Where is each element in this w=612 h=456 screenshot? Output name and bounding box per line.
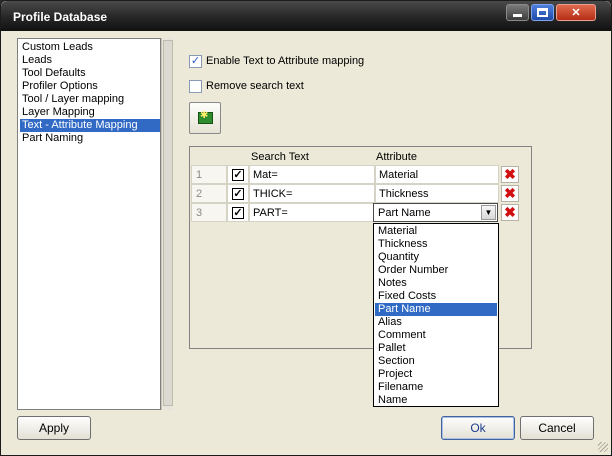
apply-button[interactable]: Apply [17,416,91,440]
dropdown-option[interactable]: Project [375,368,497,381]
header-attribute: Attribute [376,151,417,163]
checkbox-check-icon [232,188,244,200]
ok-button[interactable]: Ok [441,416,515,440]
row-enabled-checkbox[interactable] [227,184,249,203]
red-x-icon: ✖ [504,204,516,220]
delete-row-button[interactable]: ✖ [501,185,519,202]
close-icon: ✕ [571,7,581,19]
dropdown-option-selected[interactable]: Part Name [375,303,497,316]
search-text-cell[interactable]: PART= [249,203,375,222]
checkbox-check-icon [232,207,244,219]
header-search-text: Search Text [251,151,309,163]
list-item-layer-mapping[interactable]: Layer Mapping [20,106,160,119]
list-item-tool-defaults[interactable]: Tool Defaults [20,67,160,80]
row-enabled-checkbox[interactable] [227,165,249,184]
maximize-icon [537,8,548,17]
row-number: 1 [191,165,227,184]
list-item-leads[interactable]: Leads [20,54,160,67]
table-row: 1 Mat= Material ✖ [191,165,531,184]
red-x-icon: ✖ [504,166,516,182]
dropdown-option[interactable]: Order Number [375,264,497,277]
add-row-icon [198,110,213,124]
dropdown-option[interactable]: Fixed Costs [375,290,497,303]
dropdown-option[interactable]: Pallet [375,342,497,355]
checkbox-check-icon [232,169,244,181]
dropdown-option[interactable]: Comment [375,329,497,342]
window-title: Profile Database [13,10,108,24]
scrollbar-thumb[interactable] [163,40,173,406]
add-mapping-button[interactable] [189,102,221,134]
remove-search-label: Remove search text [206,80,304,92]
dropdown-option[interactable]: Alias [375,316,497,329]
chevron-down-icon[interactable]: ▼ [481,205,496,220]
attribute-combobox[interactable]: Part Name ▼ [373,203,498,222]
minimize-button[interactable] [506,4,529,21]
remove-search-checkbox[interactable] [189,79,202,93]
dropdown-option[interactable]: Quantity [375,251,497,264]
dropdown-option[interactable]: Thickness [375,238,497,251]
cancel-button[interactable]: Cancel [520,416,594,440]
list-item-profiler-options[interactable]: Profiler Options [20,80,160,93]
search-text-cell[interactable]: THICK= [249,184,375,203]
list-item-tool-layer-mapping[interactable]: Tool / Layer mapping [20,93,160,106]
dropdown-option[interactable]: Material [375,225,497,238]
list-item-custom-leads[interactable]: Custom Leads [20,41,160,54]
resize-grip[interactable] [598,442,608,452]
attribute-cell[interactable]: Material [375,165,499,184]
dropdown-option[interactable]: Name [375,394,497,407]
title-bar[interactable]: Profile Database ✕ [1,1,611,31]
remove-search-option[interactable]: Remove search text [189,79,304,93]
search-text-cell[interactable]: Mat= [249,165,375,184]
attribute-cell[interactable]: Thickness [375,184,499,203]
list-item-text-attribute-mapping[interactable]: Text - Attribute Mapping [20,119,160,132]
category-list[interactable]: Custom Leads Leads Tool Defaults Profile… [17,38,161,410]
combobox-value: Part Name [378,207,431,219]
enable-mapping-option[interactable]: Enable Text to Attribute mapping [189,54,364,68]
close-button[interactable]: ✕ [556,4,596,21]
row-number: 3 [191,203,227,222]
enable-mapping-label: Enable Text to Attribute mapping [206,55,365,67]
enable-mapping-checkbox[interactable] [189,54,202,68]
attribute-dropdown-list[interactable]: Material Thickness Quantity Order Number… [373,223,499,407]
profile-database-window: Profile Database ✕ Custom Leads Leads To… [0,0,612,456]
delete-row-button[interactable]: ✖ [501,166,519,183]
list-scrollbar[interactable] [161,38,173,410]
row-enabled-checkbox[interactable] [227,203,249,222]
dropdown-option[interactable]: Notes [375,277,497,290]
maximize-button[interactable] [531,4,554,21]
delete-row-button[interactable]: ✖ [501,204,519,221]
dropdown-option[interactable]: Section [375,355,497,368]
red-x-icon: ✖ [504,185,516,201]
row-number: 2 [191,184,227,203]
table-row: 2 THICK= Thickness ✖ [191,184,531,203]
minimize-icon [513,14,522,17]
dropdown-option[interactable]: Filename [375,381,497,394]
list-item-part-naming[interactable]: Part Naming [20,132,160,145]
